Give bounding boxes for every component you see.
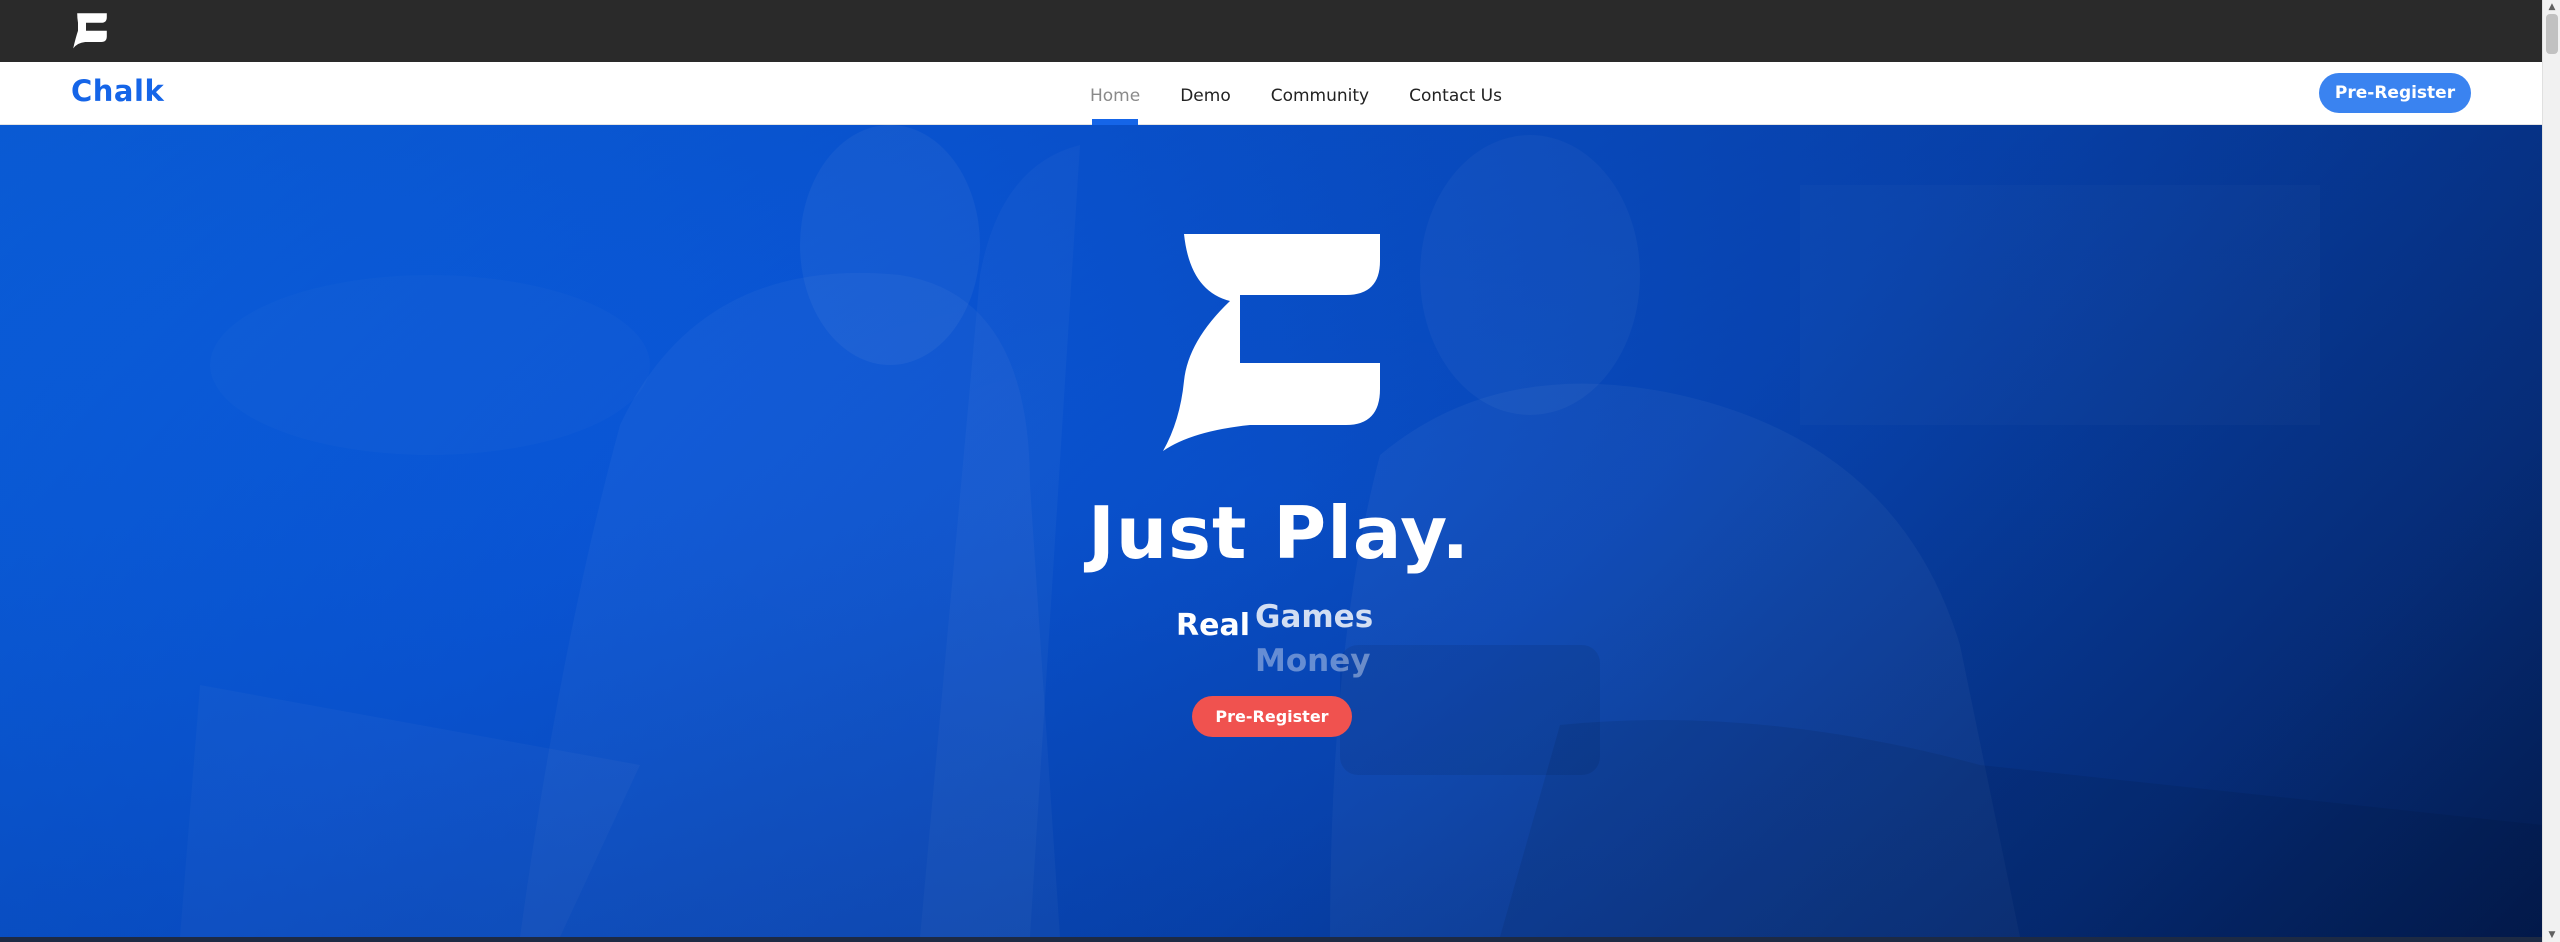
hero-section: Just Play. Real Games Money Pre-Register	[0, 125, 2542, 937]
rotator-static-word: Real	[1176, 608, 1250, 643]
page-scrollbar[interactable]: ▲ ▼	[2542, 0, 2560, 942]
main-navbar: Chalk Home Demo Community Contact Us Pre…	[0, 62, 2542, 125]
scrollbar-thumb[interactable]	[2546, 14, 2558, 54]
page: Chalk Home Demo Community Contact Us Pre…	[0, 0, 2560, 942]
scroll-up-arrow-icon[interactable]: ▲	[2543, 0, 2560, 14]
hero-pre-register-button[interactable]: Pre-Register	[1192, 696, 1352, 737]
chalk-e-logo-icon[interactable]	[70, 10, 110, 50]
nav-link-demo[interactable]: Demo	[1160, 65, 1251, 127]
nav-link-home[interactable]: Home	[1070, 65, 1160, 127]
nav-link-contact-us[interactable]: Contact Us	[1389, 65, 1522, 127]
scroll-down-arrow-icon[interactable]: ▼	[2543, 928, 2560, 942]
rotator-word-games: Games	[1255, 599, 1374, 635]
hero-title: Just Play.	[1088, 491, 1470, 575]
nav-link-community[interactable]: Community	[1251, 65, 1389, 127]
brand-name[interactable]: Chalk	[71, 74, 164, 108]
nav-pre-register-button[interactable]: Pre-Register	[2319, 73, 2471, 113]
nav-links: Home Demo Community Contact Us	[1070, 62, 1522, 127]
rotator-word-money: Money	[1255, 643, 1371, 679]
top-bar	[0, 0, 2542, 62]
bottom-edge	[0, 937, 2542, 942]
chalk-e-logo-icon	[1163, 234, 1380, 451]
